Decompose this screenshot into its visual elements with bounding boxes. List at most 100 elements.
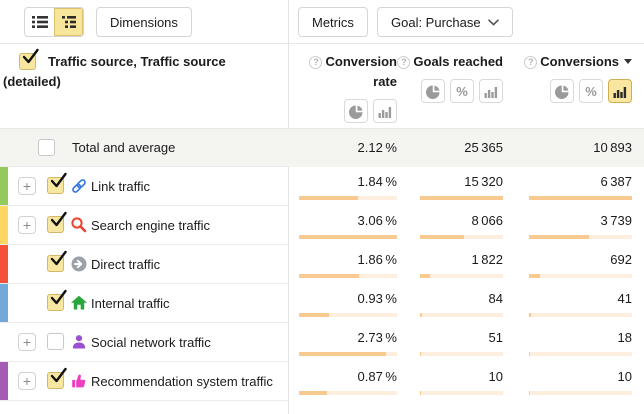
direct-arrow-icon bbox=[70, 255, 88, 273]
row-color-bar bbox=[0, 167, 8, 206]
expand-button[interactable]: + bbox=[18, 372, 36, 390]
row-color-bar bbox=[0, 362, 8, 401]
conversion-rate-value: 0.93 % bbox=[358, 291, 397, 306]
row-label[interactable]: Recommendation system traffic bbox=[91, 362, 273, 401]
column-title-goals-reached[interactable]: ?Goals reached bbox=[397, 52, 503, 72]
column-title-conversions[interactable]: ?Conversions bbox=[503, 52, 632, 72]
list-view-button[interactable] bbox=[25, 8, 54, 36]
goals-reached-value: 15 320 bbox=[464, 174, 503, 189]
question-icon: ? bbox=[524, 56, 537, 69]
goals-reached-value: 1 822 bbox=[471, 252, 503, 267]
row-checkbox[interactable] bbox=[47, 294, 64, 311]
metric-bar bbox=[299, 274, 397, 278]
checkmark-icon bbox=[21, 49, 40, 66]
pie-chart-toggle[interactable] bbox=[550, 79, 574, 103]
column-label: Conversion rate bbox=[325, 54, 397, 89]
row-checkbox[interactable] bbox=[47, 177, 64, 194]
conversions-value: 692 bbox=[610, 252, 632, 267]
dimension-header: Traffic source, Traffic source (detailed… bbox=[0, 44, 282, 92]
metric-bar bbox=[420, 235, 503, 239]
goals-reached-value: 8 066 bbox=[471, 213, 503, 228]
dimensions-button[interactable]: Dimensions bbox=[96, 7, 192, 37]
goals-reached-value: 10 bbox=[489, 369, 503, 384]
metric-bar bbox=[299, 235, 397, 239]
table-row-internal-traffic: Internal traffic 0.93 % 84 41 bbox=[0, 284, 644, 323]
metric-bar-fill bbox=[529, 313, 531, 317]
metric-bar-fill bbox=[529, 235, 589, 239]
plus-icon: + bbox=[23, 335, 31, 349]
row-label[interactable]: Link traffic bbox=[91, 167, 150, 206]
table-row-search-engine-traffic: + Search engine traffic 3.06 % 8 066 3 7… bbox=[0, 206, 644, 245]
metric-bar-fill bbox=[420, 235, 464, 239]
sort-desc-icon bbox=[624, 59, 632, 64]
total-row-label: Total and average bbox=[72, 129, 175, 167]
row-checkbox[interactable] bbox=[47, 333, 64, 350]
pie-chart-icon bbox=[349, 104, 364, 119]
row-checkbox[interactable] bbox=[47, 255, 64, 272]
metric-bar-fill bbox=[299, 313, 329, 317]
question-icon: ? bbox=[397, 56, 410, 69]
row-label[interactable]: Search engine traffic bbox=[91, 206, 210, 245]
bar-chart-icon bbox=[378, 104, 392, 118]
percent-icon: % bbox=[585, 84, 597, 99]
display-toggles: % bbox=[503, 79, 632, 103]
row-label[interactable]: Internal traffic bbox=[91, 284, 170, 323]
row-label[interactable]: Social network traffic bbox=[91, 323, 211, 362]
conversions-value: 3 739 bbox=[600, 213, 632, 228]
metric-bar bbox=[420, 352, 503, 356]
bar-chart-toggle-selected[interactable] bbox=[608, 79, 632, 103]
link-icon bbox=[70, 177, 88, 195]
metrics-button[interactable]: Metrics bbox=[298, 7, 368, 37]
row-color-bar bbox=[0, 284, 8, 323]
pie-chart-toggle[interactable] bbox=[344, 99, 368, 123]
conversion-rate-value: 1.86 % bbox=[358, 252, 397, 267]
metric-bar-fill bbox=[420, 352, 421, 356]
toolbar: Dimensions Metrics Goal: Purchase bbox=[0, 0, 644, 44]
metric-bar bbox=[529, 235, 632, 239]
percent-toggle[interactable]: % bbox=[579, 79, 603, 103]
row-checkbox[interactable] bbox=[47, 216, 64, 233]
expand-button[interactable]: + bbox=[18, 177, 36, 195]
metric-bar bbox=[299, 391, 397, 395]
metric-bar-fill bbox=[299, 352, 386, 356]
home-icon bbox=[70, 294, 88, 312]
goal-selector-button[interactable]: Goal: Purchase bbox=[377, 7, 513, 37]
view-mode-switcher bbox=[24, 7, 84, 37]
chevron-down-icon bbox=[488, 19, 499, 26]
conversions-value: 41 bbox=[618, 291, 632, 306]
metric-bar-fill bbox=[299, 235, 397, 239]
table-row-recommendation-system-traffic: + Recommendation system traffic 0.87 % 1… bbox=[0, 362, 644, 401]
bar-chart-toggle[interactable] bbox=[479, 79, 503, 103]
bar-chart-toggle[interactable] bbox=[373, 99, 397, 123]
column-label: Conversions bbox=[540, 54, 619, 69]
checkmark-icon bbox=[49, 368, 68, 385]
goals-reached-value: 25 365 bbox=[464, 140, 503, 155]
metric-bar-fill bbox=[529, 352, 530, 356]
tree-view-button[interactable] bbox=[54, 8, 83, 36]
checkmark-icon bbox=[49, 212, 68, 229]
column-header-conversion-rate: ?Conversion rate bbox=[290, 44, 397, 123]
metric-bar bbox=[420, 313, 503, 317]
percent-toggle[interactable]: % bbox=[450, 79, 474, 103]
metric-bar-fill bbox=[420, 274, 430, 278]
metric-bar bbox=[529, 313, 632, 317]
column-title-conversion-rate[interactable]: ?Conversion rate bbox=[290, 52, 397, 92]
plus-icon: + bbox=[23, 374, 31, 388]
pie-chart-icon bbox=[555, 84, 570, 99]
display-toggles: % bbox=[397, 79, 503, 103]
plus-icon: + bbox=[23, 218, 31, 232]
expand-button[interactable]: + bbox=[18, 333, 36, 351]
pie-chart-toggle[interactable] bbox=[421, 79, 445, 103]
select-all-checkbox[interactable] bbox=[19, 53, 36, 70]
search-icon bbox=[70, 216, 88, 234]
conversions-value: 10 bbox=[618, 369, 632, 384]
row-label[interactable]: Direct traffic bbox=[91, 245, 160, 284]
row-checkbox[interactable] bbox=[38, 139, 55, 156]
expand-button[interactable]: + bbox=[18, 216, 36, 234]
table-row-link-traffic: + Link traffic 1.84 % 15 320 6 387 bbox=[0, 167, 644, 206]
column-header-goals-reached: ?Goals reached % bbox=[397, 44, 503, 103]
metric-bar bbox=[420, 274, 503, 278]
list-view-icon bbox=[32, 15, 48, 29]
row-checkbox[interactable] bbox=[47, 372, 64, 389]
metric-bar bbox=[299, 196, 397, 200]
